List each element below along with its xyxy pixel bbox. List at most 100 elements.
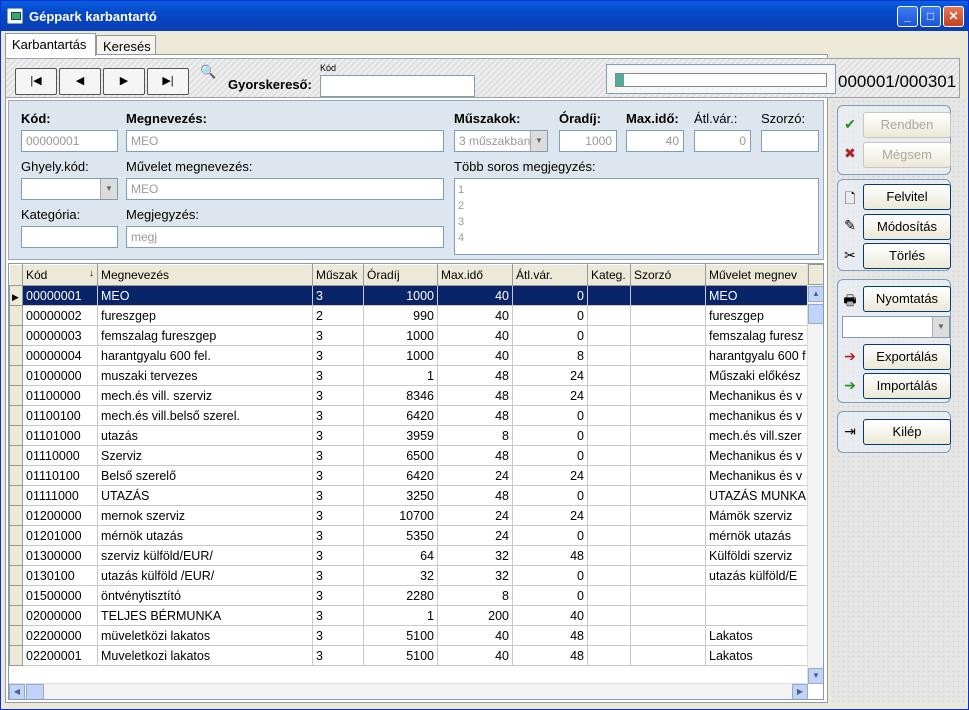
table-cell[interactable]: 3959 [363,425,438,446]
table-cell[interactable]: 3 [312,285,364,306]
table-cell[interactable]: 0 [512,485,588,506]
horizontal-scrollbar[interactable]: ◀ ▶ [9,683,808,699]
row-indicator[interactable] [9,605,23,626]
table-cell[interactable]: 24 [437,465,513,486]
scroll-down-button[interactable]: ▼ [808,668,823,684]
column-header-szorzo[interactable]: Szorzó [630,264,706,286]
table-cell[interactable] [630,565,706,586]
megsem-button[interactable]: Mégsem [863,142,951,168]
importalas-button[interactable]: Importálás [863,373,951,399]
table-cell[interactable]: 00000001 [22,285,98,306]
chevron-down-icon[interactable]: ▼ [932,317,949,337]
next-record-button[interactable]: ▶ [103,68,145,95]
table-cell[interactable]: 3 [312,445,364,466]
table-cell[interactable]: 40 [437,645,513,666]
column-header-muvelet[interactable]: Művelet megnev [705,264,816,286]
table-cell[interactable] [587,285,631,306]
table-cell[interactable]: 32 [363,565,438,586]
table-cell[interactable]: 24 [512,365,588,386]
table-row[interactable]: 01100000 mech.és vill. szerviz 3 8346 48 24 Me… [9,385,816,406]
kategoria-field[interactable] [21,226,118,248]
table-cell[interactable]: 48 [512,645,588,666]
table-cell[interactable] [630,645,706,666]
table-cell[interactable]: 2 [312,305,364,326]
table-cell[interactable]: 8346 [363,385,438,406]
table-cell[interactable]: 02200001 [22,645,98,666]
table-cell[interactable]: 1000 [363,325,438,346]
table-cell[interactable] [630,625,706,646]
table-cell[interactable]: 0 [512,425,588,446]
table-cell[interactable]: 01100100 [22,405,98,426]
table-cell[interactable]: 0 [512,285,588,306]
table-cell[interactable]: 24 [437,525,513,546]
felvitel-button[interactable]: Felvitel [863,184,951,210]
table-row[interactable]: 01201000 mérnök utazás 3 5350 24 0 mérnök utaz… [9,525,816,546]
chevron-down-icon[interactable]: ▼ [530,131,547,151]
table-row[interactable]: 01300000 szerviz külföld/EUR/3 64 32 48 Külfö… [9,545,816,566]
table-cell[interactable]: 40 [437,305,513,326]
row-indicator[interactable] [9,565,23,586]
minimize-button[interactable]: _ [897,6,918,27]
table-cell[interactable] [630,545,706,566]
table-cell[interactable]: 00000004 [22,345,98,366]
muszakok-select[interactable]: 3 műszakban ▼ [454,130,548,152]
table-cell[interactable]: 8 [437,425,513,446]
table-cell[interactable] [587,345,631,366]
row-indicator[interactable] [9,545,23,566]
row-indicator[interactable] [9,345,23,366]
table-cell[interactable]: 40 [437,325,513,346]
table-cell[interactable]: 6420 [363,465,438,486]
row-indicator[interactable] [9,305,23,326]
table-cell[interactable]: 01200000 [22,505,98,526]
table-cell[interactable]: 1000 [363,285,438,306]
table-cell[interactable]: Külföldi szerviz [705,545,816,566]
table-cell[interactable]: müveletközi lakatos [97,625,313,646]
table-row[interactable]: 00000004 harantgyalu 600 fel. 3 1000 40 8 hara… [9,345,816,366]
table-cell[interactable]: 01201000 [22,525,98,546]
megnevezes-field[interactable]: MEO [126,130,444,152]
table-cell[interactable] [630,405,706,426]
vertical-scrollbar[interactable]: ▲ ▼ [807,264,823,684]
table-cell[interactable]: 01101000 [22,425,98,446]
table-cell[interactable] [587,645,631,666]
close-button[interactable]: ✕ [943,6,964,27]
table-cell[interactable]: Műszaki előkész [705,365,816,386]
table-cell[interactable]: 32 [437,545,513,566]
table-cell[interactable]: utazás külföld /EUR/ [97,565,313,586]
table-cell[interactable]: 32 [437,565,513,586]
table-cell[interactable]: 40 [512,605,588,626]
table-cell[interactable]: 01110000 [22,445,98,466]
table-cell[interactable]: mérnök utazás [97,525,313,546]
table-cell[interactable]: 990 [363,305,438,326]
table-cell[interactable]: 24 [512,505,588,526]
table-cell[interactable]: 5350 [363,525,438,546]
table-cell[interactable]: 3 [312,405,364,426]
tobb-soros-memo[interactable]: 1 2 3 4 [454,178,819,255]
table-cell[interactable]: harantgyalu 600 f [705,345,816,366]
table-cell[interactable]: 48 [512,625,588,646]
row-indicator[interactable] [9,585,23,606]
table-row[interactable]: 01100100 mech.és vill.belső szerel. 3 6420 4… [9,405,816,426]
table-cell[interactable]: Lakatos [705,645,816,666]
table-cell[interactable] [587,465,631,486]
muvelet-field[interactable]: MEO [126,178,444,200]
table-cell[interactable] [587,585,631,606]
table-cell[interactable]: mech.és vill.belső szerel. [97,405,313,426]
column-header-maxido[interactable]: Max.idő [437,264,513,286]
table-row[interactable]: 01110000 Szerviz 3 6500 48 0 Mechanikus és v [9,445,816,466]
table-cell[interactable]: mech.és vill.szer [705,425,816,446]
row-indicator[interactable] [9,485,23,506]
table-cell[interactable] [587,425,631,446]
table-cell[interactable]: Mechanikus és v [705,445,816,466]
row-indicator[interactable] [9,365,23,386]
table-cell[interactable] [630,485,706,506]
table-cell[interactable]: 0 [512,325,588,346]
table-cell[interactable] [587,385,631,406]
table-cell[interactable] [587,505,631,526]
column-header-atlvar[interactable]: Átl.vár. [512,264,588,286]
table-cell[interactable]: 2280 [363,585,438,606]
table-cell[interactable]: 10700 [363,505,438,526]
table-cell[interactable]: 0 [512,525,588,546]
maxido-field[interactable]: 40 [626,130,684,152]
table-cell[interactable]: 5100 [363,645,438,666]
